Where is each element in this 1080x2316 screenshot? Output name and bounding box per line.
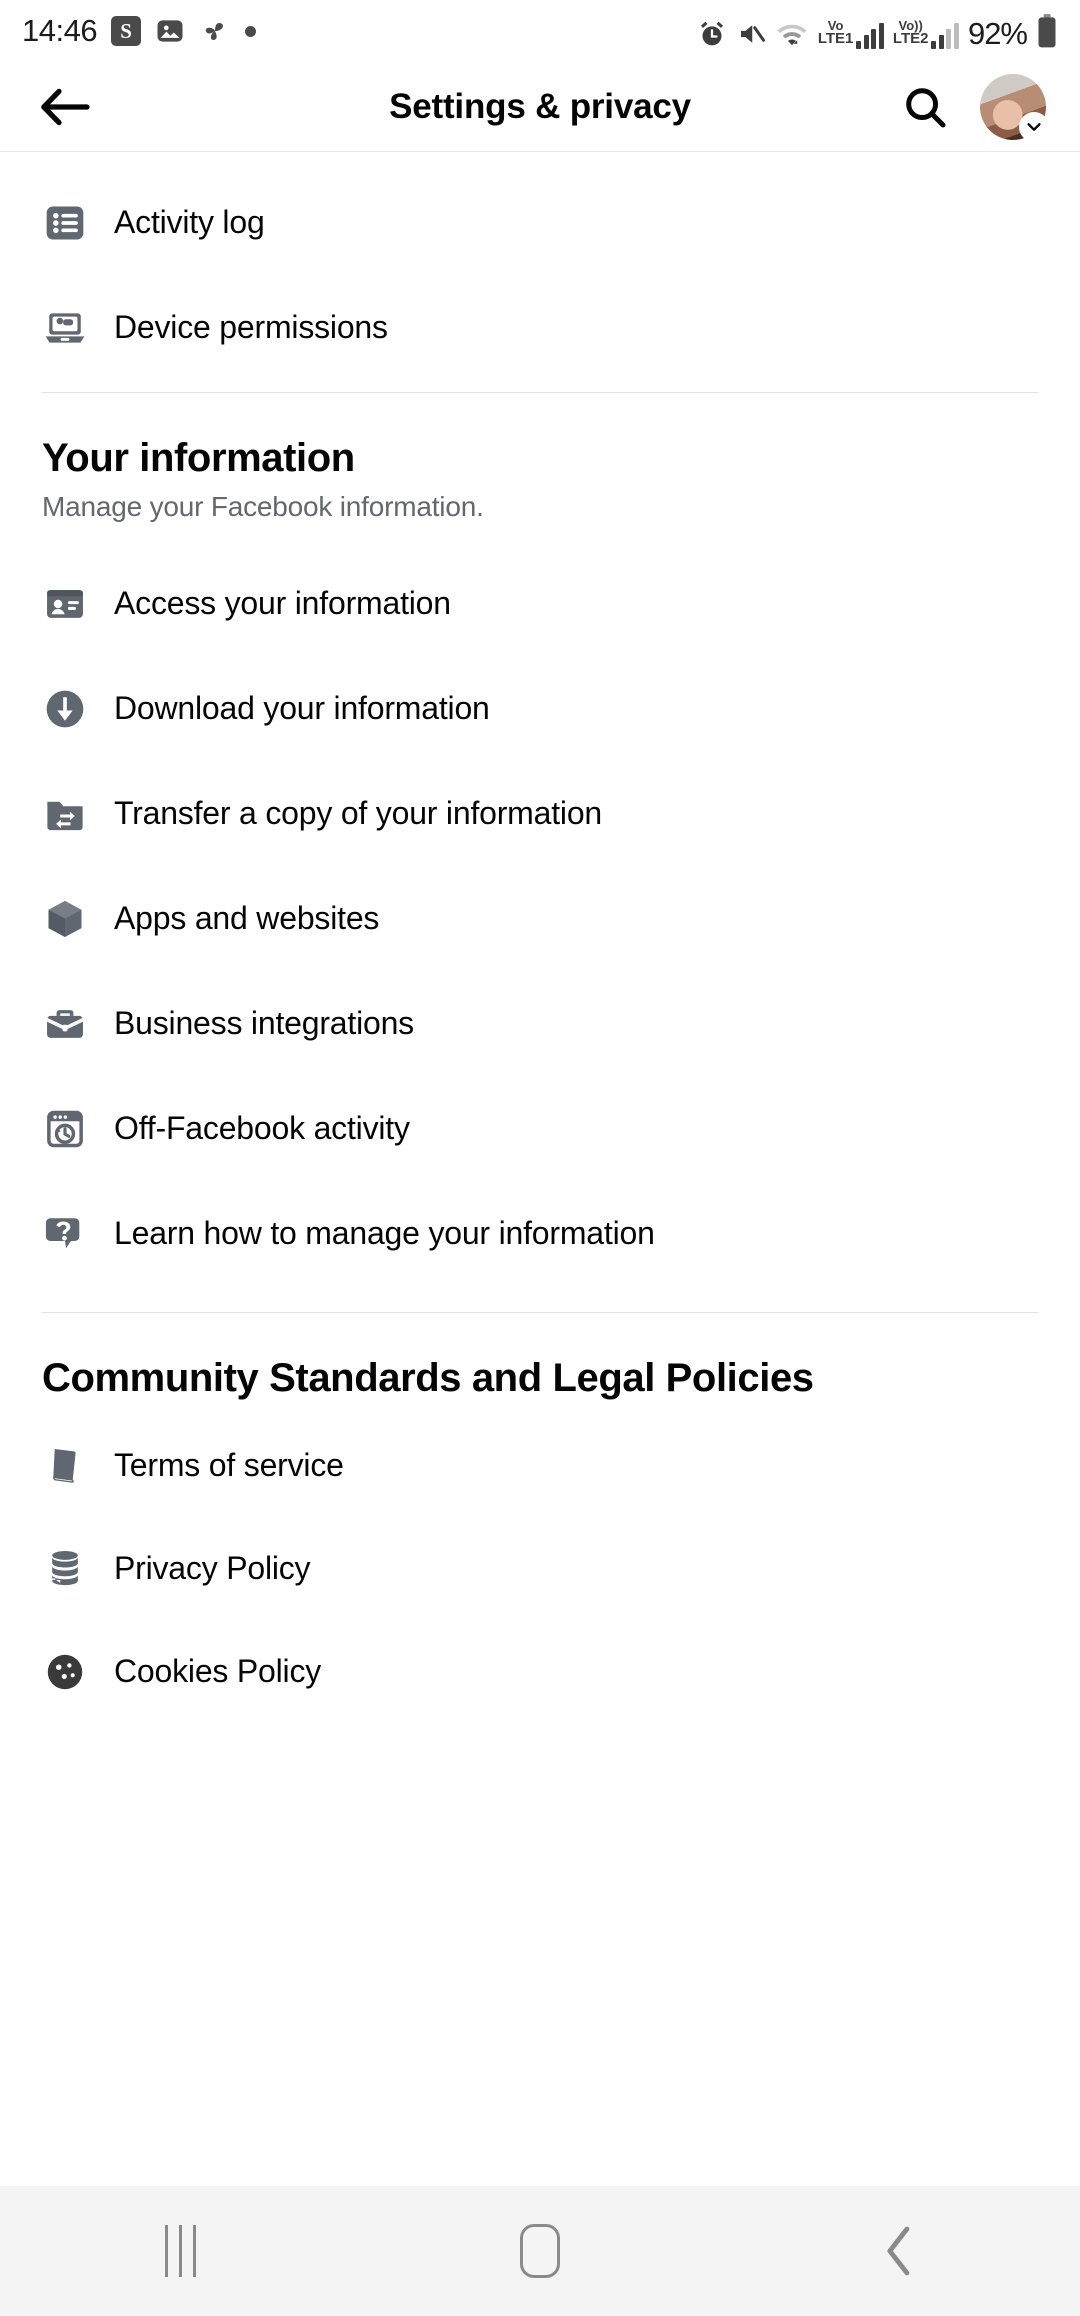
list-item-terms-of-service[interactable]: Terms of service xyxy=(0,1423,1080,1508)
settings-list[interactable]: Activity log Device permissions Your inf… xyxy=(0,152,1080,2316)
section-subtitle: Manage your Facebook information. xyxy=(42,491,484,522)
section-title: Community Standards and Legal Policies xyxy=(42,1356,814,1400)
section-community-standards-header: Community Standards and Legal Policies xyxy=(0,1313,1080,1401)
status-bar-left: 14:46 S xyxy=(22,13,257,49)
app-header: Settings & privacy xyxy=(0,62,1080,152)
recents-icon xyxy=(164,2225,196,2277)
dot-icon xyxy=(245,25,257,37)
cookie-icon xyxy=(42,1649,88,1695)
home-icon xyxy=(520,2224,560,2278)
list-item-cookies-policy[interactable]: Cookies Policy xyxy=(0,1629,1080,1714)
list-item-learn-how-to-manage[interactable]: Learn how to manage your information xyxy=(0,1191,1080,1276)
s-badge-icon: S xyxy=(111,16,142,46)
nav-back-button[interactable] xyxy=(810,2196,990,2306)
status-bar-right: Vo LTE1 Vo)) LTE2 92% xyxy=(697,13,1058,51)
database-lock-icon xyxy=(42,1546,88,1592)
arrow-left-icon xyxy=(41,88,90,125)
sim2-label: Vo)) LTE2 xyxy=(892,17,929,48)
app-header-actions xyxy=(896,73,1049,142)
download-circle-icon xyxy=(42,686,88,732)
mute-icon xyxy=(736,19,766,49)
list-item-label: Off-Facebook activity xyxy=(114,1110,410,1146)
list-item-device-permissions[interactable]: Device permissions xyxy=(0,285,1080,370)
list-item-privacy-policy[interactable]: Privacy Policy xyxy=(0,1526,1080,1611)
folder-transfer-icon xyxy=(42,791,88,837)
list-item-transfer-a-copy[interactable]: Transfer a copy of your information xyxy=(0,771,1080,856)
section-community-standards-items: Terms of service Privacy Policy Cookies … xyxy=(0,1401,1080,1714)
sim1-label: Vo LTE1 xyxy=(817,17,854,48)
status-bar: 14:46 S Vo LTE1 Vo)) LTE2 92% xyxy=(0,0,1080,62)
profile-button[interactable] xyxy=(980,73,1049,142)
list-item-label: Privacy Policy xyxy=(114,1550,311,1586)
list-item-business-integrations[interactable]: Business integrations xyxy=(0,981,1080,1066)
sim2-bars xyxy=(931,22,959,49)
nav-home-button[interactable] xyxy=(450,2196,630,2306)
gallery-image-icon xyxy=(155,16,185,46)
list-item-label: Transfer a copy of your information xyxy=(114,795,603,831)
list-item-label: Business integrations xyxy=(114,1005,414,1041)
avatar-chevron-badge xyxy=(1019,111,1049,142)
battery-icon xyxy=(1036,13,1058,48)
list-item-label: Learn how to manage your information xyxy=(114,1215,655,1251)
status-time: 14:46 xyxy=(22,13,98,48)
sim1-bars xyxy=(856,22,884,49)
nav-recents-button[interactable] xyxy=(90,2196,270,2306)
android-nav-bar xyxy=(0,2186,1080,2316)
browser-history-icon xyxy=(42,1106,88,1152)
search-button[interactable] xyxy=(896,78,954,136)
back-chevron-icon xyxy=(887,2226,910,2276)
list-item-label: Terms of service xyxy=(114,1447,344,1483)
laptop-permissions-icon xyxy=(42,305,88,351)
pinwheel-icon xyxy=(199,15,231,47)
id-card-icon xyxy=(42,581,88,627)
section-title: Your information xyxy=(42,436,355,480)
list-item-apps-and-websites[interactable]: Apps and websites xyxy=(0,876,1080,961)
sim2-signal: Vo)) LTE2 xyxy=(892,17,959,49)
list-item-label: Device permissions xyxy=(114,309,388,345)
list-item-label: Access your information xyxy=(114,585,451,621)
cube-icon xyxy=(42,896,88,942)
chevron-down-icon xyxy=(1027,122,1041,131)
list-item-download-your-information[interactable]: Download your information xyxy=(0,666,1080,751)
list-item-label: Download your information xyxy=(114,690,490,726)
wifi-icon xyxy=(775,19,809,49)
search-icon xyxy=(906,87,946,128)
list-item-activity-log[interactable]: Activity log xyxy=(0,180,1080,265)
sim1-signal: Vo LTE1 xyxy=(817,17,884,49)
alarm-clock-icon xyxy=(697,19,727,49)
list-item-label: Activity log xyxy=(114,204,265,240)
section-your-information-items: Access your information Download your in… xyxy=(0,523,1080,1276)
list-item-label: Apps and websites xyxy=(114,900,380,936)
back-button[interactable] xyxy=(34,76,96,138)
phone-screen: 14:46 S Vo LTE1 Vo)) LTE2 92% Settings &… xyxy=(0,0,1080,2316)
list-item-access-your-information[interactable]: Access your information xyxy=(0,561,1080,646)
briefcase-icon xyxy=(42,1001,88,1047)
activity-list-icon xyxy=(42,200,88,246)
question-bubble-icon xyxy=(42,1211,88,1257)
battery-percent: 92% xyxy=(967,15,1028,51)
book-icon xyxy=(42,1443,88,1489)
section-your-information-header: Your information Manage your Facebook in… xyxy=(0,393,1080,523)
list-item-label: Cookies Policy xyxy=(114,1653,322,1689)
list-item-off-facebook-activity[interactable]: Off-Facebook activity xyxy=(0,1086,1080,1171)
